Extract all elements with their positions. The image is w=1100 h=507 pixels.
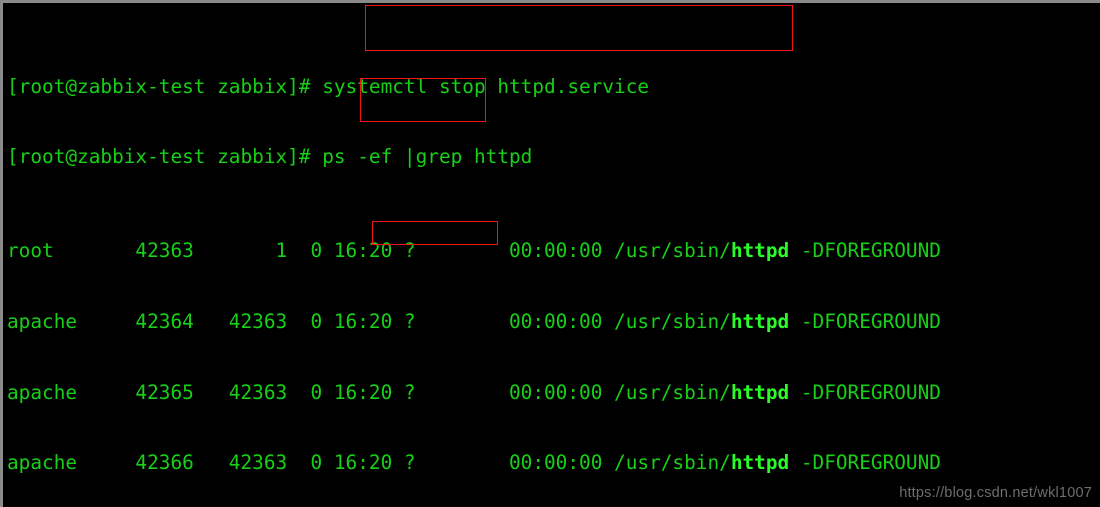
line-text: -DFOREGROUND	[789, 380, 941, 404]
line-text: -DFOREGROUND	[789, 310, 941, 334]
line-text: root 42363 1 0 16:20 ? 00:00:00 /usr/sbi…	[7, 239, 731, 263]
terminal-window[interactable]: [root@zabbix-test zabbix]# systemctl sto…	[0, 0, 1100, 507]
terminal-line: root 42363 1 0 16:20 ? 00:00:00 /usr/sbi…	[7, 239, 1100, 263]
line-text: apache 42364 42363 0 16:20 ? 00:00:00 /u…	[7, 310, 731, 334]
process-name: httpd	[730, 380, 790, 404]
line-text: apache 42366 42363 0 16:20 ? 00:00:00 /u…	[7, 451, 731, 475]
terminal-screen[interactable]: [root@zabbix-test zabbix]# systemctl sto…	[3, 3, 1100, 507]
line-text: apache 42365 42363 0 16:20 ? 00:00:00 /u…	[7, 380, 731, 404]
line-text: -DFOREGROUND	[789, 451, 941, 475]
process-name: httpd	[730, 239, 790, 263]
terminal-line: [root@zabbix-test zabbix]# ps -ef |grep …	[7, 145, 533, 169]
terminal-line: apache 42366 42363 0 16:20 ? 00:00:00 /u…	[7, 451, 1100, 475]
process-name: httpd	[730, 451, 790, 475]
line-text: -DFOREGROUND	[789, 239, 941, 263]
watermark: https://blog.csdn.net/wkl1007	[899, 485, 1092, 501]
terminal-line: [root@zabbix-test zabbix]# systemctl sto…	[7, 74, 650, 98]
terminal-line: apache 42365 42363 0 16:20 ? 00:00:00 /u…	[7, 381, 1100, 405]
terminal-line: apache 42364 42363 0 16:20 ? 00:00:00 /u…	[7, 310, 1100, 334]
process-name: httpd	[730, 310, 790, 334]
